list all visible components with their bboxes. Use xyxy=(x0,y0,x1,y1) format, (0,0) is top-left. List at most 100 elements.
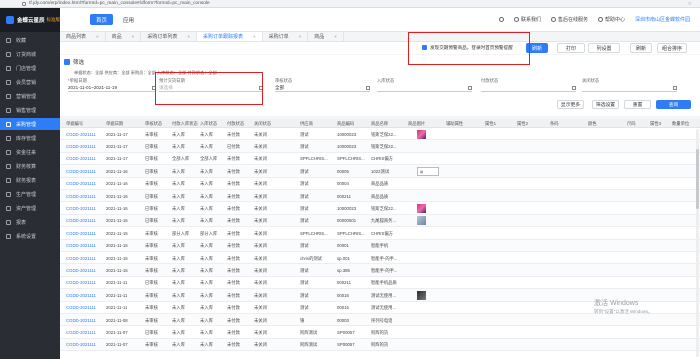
tab-product[interactable]: 商品 × xyxy=(106,32,142,41)
col-aux-attr[interactable]: 辅助属性 xyxy=(446,121,463,127)
cell-doc-no[interactable]: CGDD-2021111 xyxy=(66,305,96,310)
product-thumbnail[interactable]: ▦ xyxy=(417,166,439,176)
cell-doc-no[interactable]: CGDD-2021111 xyxy=(66,293,96,298)
sidebar-item-marketing[interactable]: 营销管理 xyxy=(0,90,60,102)
close-icon[interactable]: × xyxy=(334,34,337,39)
cell-doc-no[interactable]: CGDD-2021111 xyxy=(66,318,96,323)
sidebar-item-accounting[interactable]: 财务核算 xyxy=(0,160,60,172)
tab-purchase-order-tracking[interactable]: 采购订单跟踪报表 × xyxy=(196,32,263,41)
audit-status-value[interactable]: 全部 xyxy=(275,84,370,92)
doc-date-filter[interactable]: *单据日期 2021-11-01~2021-11-19 xyxy=(68,78,156,98)
query-button[interactable]: 查询 xyxy=(656,100,691,109)
tab-purchase-order[interactable]: 采购订单 × xyxy=(263,32,309,41)
table-row[interactable]: CGDD-2021111 2021-11-16 已审核 未入库 未入库 未付款 未关闭 测试 1… xyxy=(60,202,700,215)
nav-apps[interactable]: 应用 xyxy=(117,14,140,25)
payment-status-value[interactable] xyxy=(481,84,576,92)
cell-doc-no[interactable]: CGDD-2021111 xyxy=(66,280,96,285)
cell-doc-no[interactable]: CGDD-2021111 xyxy=(66,194,96,199)
close-icon[interactable]: × xyxy=(299,34,302,39)
col-color[interactable]: 颜色 xyxy=(588,121,597,127)
table-row[interactable]: CGDD-2021111 2021-11-16 已审核 未入库 未入库 未付款 未关闭 测试 0… xyxy=(60,165,700,178)
sidebar-item-funds[interactable]: 资金往来 xyxy=(0,146,60,158)
chevron-down-icon[interactable] xyxy=(572,86,576,90)
col-doc-no[interactable]: 单据编号 xyxy=(66,121,83,127)
col-instock[interactable]: 入库状态 xyxy=(200,121,217,127)
sidebar-item-assets[interactable]: 资产管理 xyxy=(0,202,60,214)
sidebar-item-production[interactable]: 生产管理 xyxy=(0,188,60,200)
table-row[interactable]: CGDD-2021111 2021-11-07 未审核 未入库 未入库 未付款 未关闭 阿辉测… xyxy=(60,338,700,352)
table-row[interactable]: CGDD-2021111 2021-11-15 未审核 部分入库 部分入库 未付款 未关闭 S… xyxy=(60,227,700,240)
cell-doc-no[interactable]: CGDD-2021111 xyxy=(66,268,96,273)
table-row[interactable]: CGDD-2021111 2021-11-16 已审核 未入库 未入库 未付款 未关闭 测试 0… xyxy=(60,190,700,203)
col-barcode[interactable]: 条码 xyxy=(550,121,559,127)
product-thumbnail[interactable] xyxy=(417,216,426,226)
cell-doc-no[interactable]: CGDD-2021111 xyxy=(66,144,96,149)
col-attr1[interactable]: 属性1 xyxy=(485,121,496,127)
show-more-button[interactable]: 显示更多 xyxy=(557,100,584,109)
help-center-link[interactable]: 帮助中心 xyxy=(597,16,625,23)
instock-status-filter[interactable]: 入库状态 xyxy=(377,78,472,98)
sidebar-item-financial-reports[interactable]: 财务报表 xyxy=(0,174,60,186)
cell-doc-no[interactable]: CGDD-2021111 xyxy=(66,132,96,137)
sidebar-item-ordering-mall[interactable]: 订货商城 xyxy=(0,48,60,60)
sidebar-item-inventory[interactable]: 库存管理 xyxy=(0,132,60,144)
close-icon[interactable]: × xyxy=(187,34,190,39)
table-row[interactable]: CGDD-2021111 2021-11-07 已审核 未入库 未入库 未付款 未关闭 阿辉测… xyxy=(60,326,700,339)
close-icon[interactable]: × xyxy=(96,34,99,39)
cell-doc-no[interactable]: CGDD-2021111 xyxy=(66,342,96,347)
col-product-code[interactable]: 商品编码 xyxy=(337,121,354,127)
tab-purchase-order-list[interactable]: 采购订单列表 × xyxy=(141,32,197,41)
sidebar-item-members[interactable]: 会员营销 xyxy=(0,76,60,88)
close-icon[interactable]: × xyxy=(132,34,135,39)
chevron-down-icon[interactable] xyxy=(468,86,472,90)
col-unit[interactable]: 数量单位 xyxy=(672,121,689,127)
nav-home[interactable]: 首页 xyxy=(90,14,114,25)
product-thumbnail[interactable] xyxy=(417,203,426,213)
notification-icon[interactable] xyxy=(498,17,504,22)
audit-status-filter[interactable]: 审核状态 全部 xyxy=(275,78,370,98)
filter-settings-button[interactable]: 筛选设置 xyxy=(592,100,619,109)
chevron-down-icon[interactable] xyxy=(366,86,370,90)
col-close[interactable]: 关闭状态 xyxy=(254,121,271,127)
print-button[interactable]: 打印 xyxy=(557,43,585,53)
cell-doc-no[interactable]: CGDD-2021111 xyxy=(66,169,96,174)
url-text[interactable]: tf.jdy.com/erp/index.html?formId=pc_main… xyxy=(29,1,210,6)
payment-status-filter[interactable]: 付款状态 xyxy=(481,78,576,98)
sidebar-item-settings[interactable]: 系统设置 xyxy=(0,230,60,242)
close-status-value[interactable] xyxy=(582,84,677,92)
cell-doc-no[interactable]: CGDD-2021111 xyxy=(66,330,96,335)
chevron-down-icon[interactable] xyxy=(673,86,677,90)
cell-doc-no[interactable]: CGDD-2021111 xyxy=(66,231,96,236)
cell-doc-no[interactable]: CGDD-2021111 xyxy=(66,256,96,261)
col-product-name[interactable]: 商品名称 xyxy=(371,121,388,127)
table-row[interactable]: CGDD-2021111 2021-11-17 已审核 未入库 未入库 已付款 未关闭 测试 1… xyxy=(60,140,700,153)
scrollbar-thumb[interactable] xyxy=(696,149,699,209)
sidebar-item-reports[interactable]: 报表 xyxy=(0,216,60,228)
sidebar-item-stores[interactable]: 门店管理 xyxy=(0,62,60,74)
col-pay-instock[interactable]: 付款入库状态 xyxy=(172,121,198,127)
col-attr2[interactable]: 属性2 xyxy=(517,121,528,127)
table-row[interactable]: CGDD-2021111 2021-11-15 未审核 未入库 未入库 未付款 未关闭 测试 s… xyxy=(60,264,700,277)
tab-product-2[interactable]: 商品 × xyxy=(308,32,344,41)
sidebar-item-favorites[interactable]: 收藏 xyxy=(0,34,60,46)
col-attr3[interactable]: 属性3 xyxy=(650,121,661,127)
app-logo[interactable]: 金蝶云星辰 标准版 xyxy=(0,7,60,32)
table-row[interactable]: CGDD-2021111 2021-11-17 未审核 未入库 未入库 未付款 未关闭 测试 1… xyxy=(60,128,700,141)
company-switcher[interactable]: 深圳市南山区金蝶软件园 xyxy=(635,16,690,23)
column-settings-button[interactable]: 列设置 xyxy=(588,43,620,53)
sort-button[interactable]: 组合排序 xyxy=(657,43,687,53)
product-thumbnail[interactable] xyxy=(417,129,426,139)
col-pay[interactable]: 付款状态 xyxy=(227,121,244,127)
sidebar-item-sales[interactable]: 销售管理 xyxy=(0,104,60,116)
cell-doc-no[interactable]: CGDD-2021111 xyxy=(66,206,96,211)
cell-doc-no[interactable]: CGDD-2021111 xyxy=(66,181,96,186)
sidebar-item-purchase[interactable]: 采购管理 xyxy=(0,118,60,130)
table-row[interactable]: CGDD-2021111 2021-11-15 未审核 未入库 未入库 未付款 未关闭 chr… xyxy=(60,252,700,265)
col-doc-date[interactable]: 单据日期 xyxy=(106,121,123,127)
col-size[interactable]: 尺码 xyxy=(627,121,636,127)
product-thumbnail[interactable] xyxy=(417,290,426,300)
col-supplier[interactable]: 供应商 xyxy=(300,121,313,127)
contact-us-link[interactable]: 联系我们 xyxy=(513,16,541,23)
close-status-filter[interactable]: 关闭状态 xyxy=(582,78,677,98)
table-row[interactable]: CGDD-2021111 2021-11-17 已审核 全部入库 全部入库 未付款 未关闭 S… xyxy=(60,153,700,166)
